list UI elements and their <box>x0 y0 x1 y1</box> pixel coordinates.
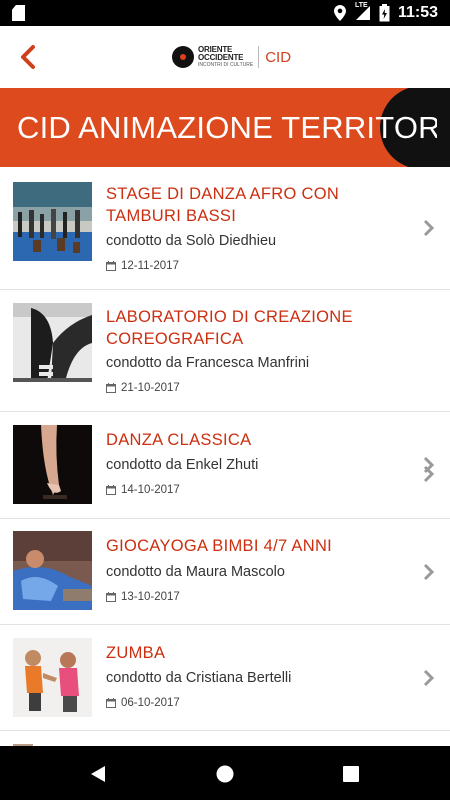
event-date-text: 13-10-2017 <box>121 591 180 603</box>
event-thumbnail <box>13 531 92 610</box>
event-instructor: condotto da Maura Mascolo <box>106 564 285 580</box>
vinyl-disc-icon <box>172 46 194 68</box>
event-date: 12-11-2017 <box>106 260 179 272</box>
calendar-icon <box>106 592 116 602</box>
page-title: CID ANIMAZIONE TERRITORI... <box>17 110 437 145</box>
event-date-text: 14-10-2017 <box>121 484 180 496</box>
event-thumbnail <box>13 303 92 382</box>
chevron-right-icon <box>423 563 435 581</box>
list-item[interactable]: LABORATORIO DI CREAZIONE COREOGRAFICA co… <box>0 290 450 483</box>
back-button[interactable] <box>16 43 42 71</box>
logo-word-2: OCCIDENTE <box>198 53 244 62</box>
chevron-right-icon <box>423 219 435 237</box>
event-thumbnail <box>13 638 92 717</box>
event-title: LABORATORIO DI CREAZIONE COREOGRAFICA <box>106 308 353 348</box>
event-title: ZUMBA <box>106 644 166 662</box>
chevron-right-icon <box>423 669 435 687</box>
clock: 11:53 <box>397 4 438 21</box>
event-title: DANZA CLASSICA <box>106 431 252 449</box>
list-item[interactable]: ZUMBA condotto da Cristiana Bertelli 06-… <box>0 625 450 731</box>
calendar-icon <box>106 261 116 271</box>
sim-card-icon <box>12 5 25 21</box>
signal-icon <box>355 6 370 20</box>
system-nav-bar <box>0 746 450 800</box>
event-date-text: 21-10-2017 <box>121 382 180 394</box>
chevron-left-icon <box>21 45 35 69</box>
event-thumbnail <box>13 425 92 504</box>
event-date: 14-10-2017 <box>106 484 180 496</box>
brand-logo: ORIENTE OCCIDENTE INCONTRI DI CULTURE CI… <box>172 44 291 70</box>
nav-recents-icon[interactable] <box>343 766 359 782</box>
event-date: 13-10-2017 <box>106 591 180 603</box>
calendar-icon <box>106 383 116 393</box>
chevron-right-icon <box>423 456 435 474</box>
event-instructor: condotto da Cristiana Bertelli <box>106 670 292 686</box>
event-thumbnail <box>13 182 92 261</box>
event-title: STAGE DI DANZA AFRO CON TAMBURI BASSI <box>106 185 340 225</box>
list-item[interactable]: DANZA CLASSICA condotto da Enkel Zhuti 1… <box>0 412 450 519</box>
event-instructor: condotto da Solò Diedhieu <box>106 233 277 249</box>
event-date: 21-10-2017 <box>106 382 180 394</box>
calendar-icon <box>106 485 116 495</box>
event-date: 06-10-2017 <box>106 697 180 709</box>
event-instructor: condotto da Enkel Zhuti <box>106 457 259 473</box>
event-date-text: 06-10-2017 <box>121 697 180 709</box>
list-item[interactable]: STAGE DI DANZA AFRO CON TAMBURI BASSI co… <box>0 167 450 290</box>
logo-tagline: INCONTRI DI CULTURE <box>198 62 254 68</box>
list-item[interactable]: GIOCAYOGA BIMBI 4/7 ANNI condotto da Mau… <box>0 519 450 625</box>
logo-divider <box>258 46 260 68</box>
event-instructor: condotto da Francesca Manfrini <box>106 355 310 371</box>
category-banner: CID ANIMAZIONE TERRITORI... <box>0 88 450 167</box>
nav-home-icon[interactable] <box>216 765 234 783</box>
app-bar: ORIENTE OCCIDENTE INCONTRI DI CULTURE CI… <box>0 26 450 88</box>
event-list: STAGE DI DANZA AFRO CON TAMBURI BASSI co… <box>0 167 450 771</box>
section-label: CID <box>265 48 292 66</box>
calendar-icon <box>106 698 116 708</box>
event-date-text: 12-11-2017 <box>121 260 179 272</box>
location-icon <box>333 5 346 21</box>
battery-charging-icon <box>379 4 390 22</box>
nav-back-icon[interactable] <box>89 765 107 783</box>
event-title: GIOCAYOGA BIMBI 4/7 ANNI <box>106 537 333 555</box>
status-bar: LTE 11:53 <box>0 0 450 26</box>
